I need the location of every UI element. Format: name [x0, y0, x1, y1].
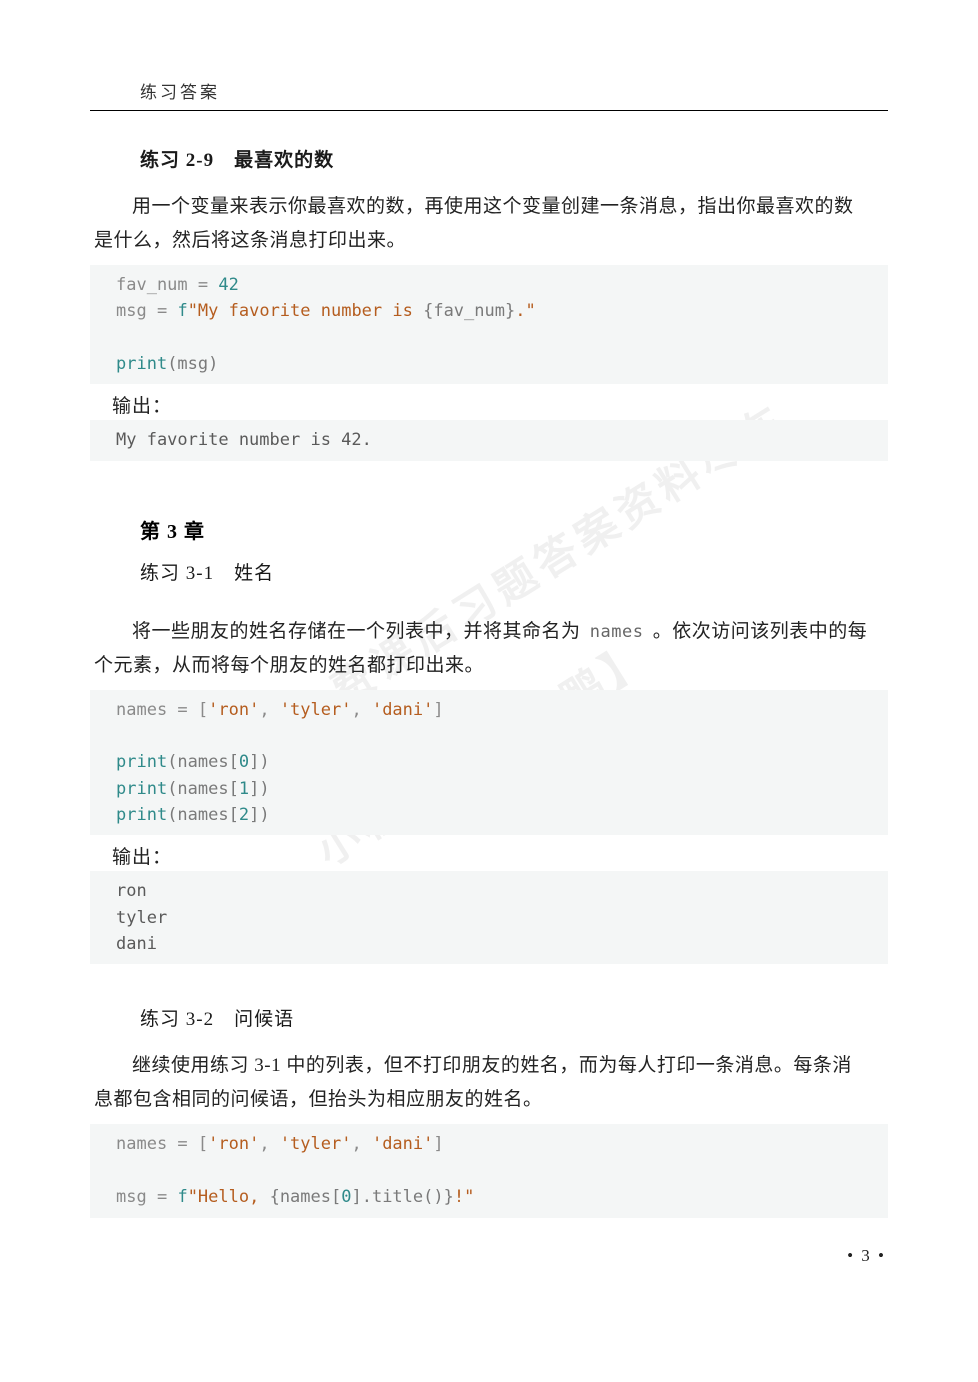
code-token: ].title()}: [351, 1187, 453, 1207]
code-token: 'tyler': [280, 700, 352, 720]
code-token: 'tyler': [280, 1134, 352, 1154]
code-block-3-2: names = ['ron', 'tyler', 'dani'] msg = f…: [90, 1124, 888, 1217]
code-token: 0: [341, 1187, 351, 1207]
code-token: names: [116, 700, 177, 720]
header-divider: [90, 110, 888, 111]
code-token: names: [116, 1134, 177, 1154]
code-token: ]): [249, 752, 269, 772]
code-block-2-9: fav_num = 42 msg = f"My favorite number …: [90, 265, 888, 384]
code-token: msg: [116, 1187, 157, 1207]
code-token: f: [177, 301, 187, 321]
exercise-3-2-title: 练习 3-2 问候语: [90, 1004, 888, 1031]
code-token: fav_num: [116, 275, 198, 295]
code-token: (msg): [167, 354, 218, 374]
code-token: ]: [433, 700, 443, 720]
code-token: {names[: [270, 1187, 342, 1207]
code-token: (names[: [167, 779, 239, 799]
code-token: !": [454, 1187, 474, 1207]
code-token: = [: [177, 1134, 208, 1154]
output-label-3-1: 输出：: [90, 835, 888, 871]
exercise-3-2-desc-2: 息都包含相同的问候语，但抬头为相应朋友的姓名。: [90, 1081, 888, 1119]
exercise-2-9-title: 练习 2-9 最喜欢的数: [90, 145, 888, 172]
code-token: =: [157, 1187, 177, 1207]
code-token: ,: [351, 1134, 371, 1154]
code-token: 42: [218, 275, 238, 295]
desc-text: 将一些朋友的姓名存储在一个列表中，并将其命名为: [132, 621, 586, 642]
code-token: print: [116, 805, 167, 825]
code-token: ,: [259, 700, 279, 720]
exercise-3-1-desc-2: 个元素，从而将每个朋友的姓名都打印出来。: [90, 647, 888, 685]
code-token: "My favorite number is: [188, 301, 423, 321]
exercise-3-1-title: 练习 3-1 姓名: [90, 558, 888, 585]
code-token: 'ron': [208, 1134, 259, 1154]
code-token: =: [198, 275, 218, 295]
code-token: 1: [239, 779, 249, 799]
code-token: 0: [239, 752, 249, 772]
code-token: = [: [177, 700, 208, 720]
code-token: ,: [351, 700, 371, 720]
output-block-3-1: ron tyler dani: [90, 871, 888, 964]
code-token: ,: [259, 1134, 279, 1154]
code-token: 'dani': [372, 1134, 433, 1154]
code-token: ]): [249, 779, 269, 799]
desc-text: 。依次访问该列表中的每: [647, 621, 867, 642]
code-token: msg: [116, 301, 157, 321]
code-token: =: [157, 301, 177, 321]
code-token: 2: [239, 805, 249, 825]
code-token: 'dani': [372, 700, 433, 720]
code-token: f: [177, 1187, 187, 1207]
code-token: "Hello,: [188, 1187, 270, 1207]
code-token: print: [116, 354, 167, 374]
page-number: • 3 •: [847, 1246, 886, 1266]
code-token: {fav_num}: [423, 301, 515, 321]
code-token: 'ron': [208, 700, 259, 720]
code-token: (names[: [167, 752, 239, 772]
exercise-2-9-desc-1: 用一个变量来表示你最喜欢的数，再使用这个变量创建一条消息，指出你最喜欢的数: [90, 188, 888, 226]
code-token: (names[: [167, 805, 239, 825]
exercise-2-9-desc-2: 是什么，然后将这条消息打印出来。: [90, 222, 888, 260]
code-token: print: [116, 752, 167, 772]
output-block-2-9: My favorite number is 42.: [90, 420, 888, 460]
exercise-3-2-desc-1: 继续使用练习 3-1 中的列表，但不打印朋友的姓名，而为每人打印一条消息。每条消: [90, 1047, 888, 1085]
code-token: ]): [249, 805, 269, 825]
chapter-3-title: 第 3 章: [90, 515, 888, 544]
code-block-3-1: names = ['ron', 'tyler', 'dani'] print(n…: [90, 690, 888, 836]
exercise-3-1-desc-1: 将一些朋友的姓名存储在一个列表中，并将其命名为 names 。依次访问该列表中的…: [90, 613, 888, 651]
code-token: ]: [433, 1134, 443, 1154]
code-token: print: [116, 779, 167, 799]
page-header-title: 练习答案: [90, 78, 888, 110]
output-label-2-9: 输出：: [90, 384, 888, 420]
document-page: 练习答案 练习 2-9 最喜欢的数 用一个变量来表示你最喜欢的数，再使用这个变量…: [0, 0, 978, 1258]
code-token: .": [515, 301, 535, 321]
inline-code-names: names: [586, 622, 648, 642]
